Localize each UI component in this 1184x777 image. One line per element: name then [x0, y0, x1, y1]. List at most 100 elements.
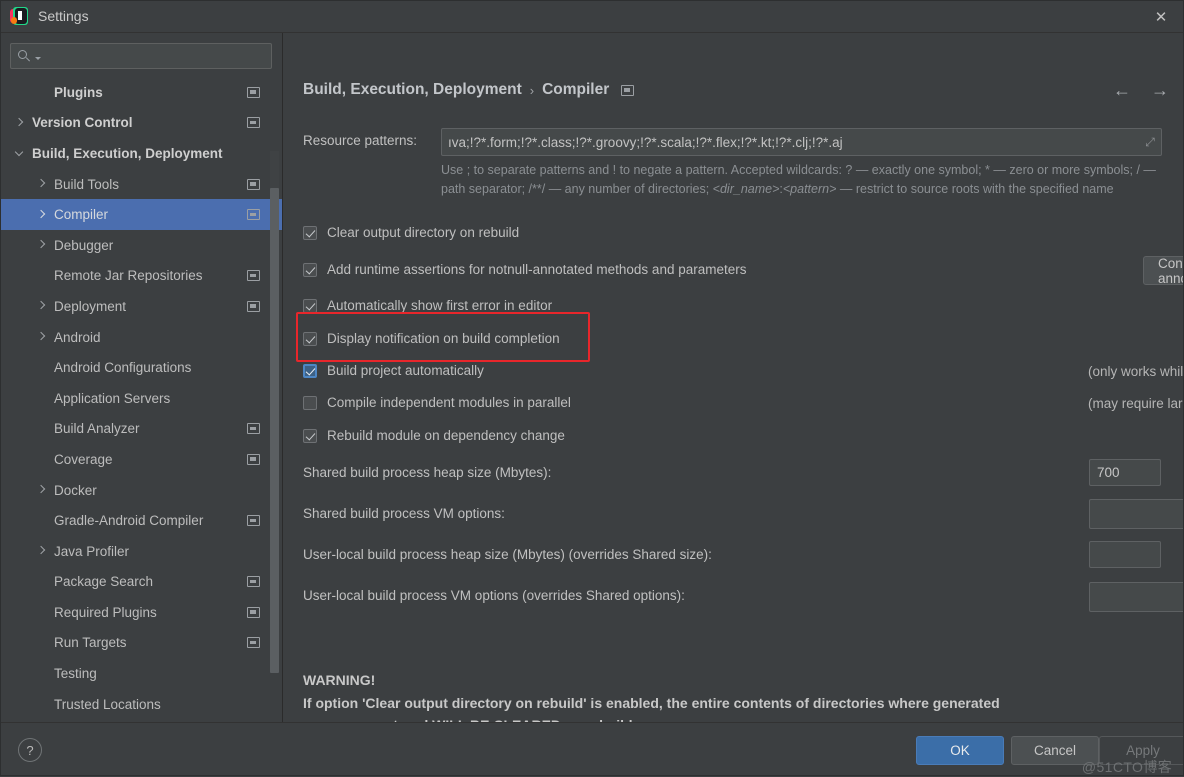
- sidebar-item-label: Gradle-Android Compiler: [54, 513, 204, 529]
- checkbox-indicator[interactable]: [303, 262, 317, 277]
- chevron-right-icon[interactable]: [36, 240, 47, 251]
- project-scope-icon[interactable]: [247, 515, 260, 527]
- sidebar-item-plugins[interactable]: Plugins: [0, 77, 282, 108]
- checkbox-label: Build project automatically: [327, 363, 484, 378]
- checkbox-note-compile-independent-modules-in-parallel: (may require larger heap size): [1088, 396, 1184, 411]
- checkbox-label: Rebuild module on dependency change: [327, 428, 565, 443]
- checkbox-indicator[interactable]: [303, 298, 317, 313]
- sidebar-item-trusted-locations[interactable]: Trusted Locations: [0, 689, 282, 720]
- resource-patterns-row: Resource patterns: ıva;!?*.form;!?*.clas…: [303, 128, 1162, 156]
- chevron-right-icon[interactable]: [36, 331, 47, 343]
- dialog-footer: ? OK Cancel Apply @51CTO博客: [0, 722, 1184, 776]
- checkbox-compile-independent-modules-in-parallel[interactable]: Compile independent modules in parallel: [303, 395, 571, 410]
- sidebar-item-remote-jar-repositories[interactable]: Remote Jar Repositories: [0, 261, 282, 292]
- sidebar-item-build-tools[interactable]: Build Tools: [0, 169, 282, 200]
- checkbox-indicator[interactable]: [303, 331, 317, 346]
- checkbox-rebuild-module-on-dependency-change[interactable]: Rebuild module on dependency change: [303, 428, 565, 443]
- sidebar-item-build-analyzer[interactable]: Build Analyzer: [0, 414, 282, 445]
- sidebar-item-version-control[interactable]: Version Control: [0, 108, 282, 139]
- chevron-right-icon[interactable]: [36, 178, 47, 190]
- sidebar-item-debugger[interactable]: Debugger: [0, 230, 282, 261]
- chevron-down-icon[interactable]: [14, 147, 25, 159]
- sidebar-item-required-plugins[interactable]: Required Plugins: [0, 597, 282, 628]
- project-scope-icon[interactable]: [247, 178, 260, 190]
- project-scope-icon[interactable]: [247, 270, 260, 282]
- sidebar-item-application-servers[interactable]: Application Servers: [0, 383, 282, 414]
- field-input-shared-build-process-heap-size-mbytes[interactable]: 700: [1089, 459, 1161, 486]
- project-scope-icon[interactable]: [247, 117, 260, 129]
- breadcrumb: Build, Execution, Deployment › Compiler: [303, 81, 635, 99]
- checkbox-indicator[interactable]: [303, 363, 317, 378]
- sidebar-item-label: Java Profiler: [54, 543, 130, 559]
- checkbox-add-runtime-assertions-for-notnull-annotated-methods-and-parameters[interactable]: Add runtime assertions for notnull-annot…: [303, 262, 747, 277]
- checkbox-clear-output-directory-on-rebuild[interactable]: Clear output directory on rebuild: [303, 225, 519, 240]
- project-scope-icon[interactable]: [247, 637, 260, 649]
- sidebar-item-coverage[interactable]: Coverage: [0, 444, 282, 475]
- sidebar-item-label: Build Tools: [54, 176, 120, 192]
- sidebar-item-label: Build, Execution, Deployment: [32, 145, 223, 161]
- project-scope-icon[interactable]: [247, 209, 260, 221]
- resource-patterns-hint: Use ; to separate patterns and ! to nega…: [441, 163, 1156, 196]
- project-scope-icon[interactable]: [247, 300, 260, 312]
- field-input-user-local-build-process-vm-options-overrides-shared-options[interactable]: ⤢: [1089, 582, 1184, 612]
- sidebar-item-label: Run Targets: [54, 635, 127, 651]
- resource-patterns-input[interactable]: ıva;!?*.form;!?*.class;!?*.groovy;!?*.sc…: [441, 128, 1162, 156]
- ok-button[interactable]: OK: [916, 736, 1004, 765]
- sidebar-item-android[interactable]: Android: [0, 322, 282, 353]
- sidebar-item-label: Required Plugins: [54, 604, 157, 620]
- field-value: 700: [1097, 465, 1120, 480]
- chevron-right-icon[interactable]: [36, 301, 47, 312]
- warning-text: WARNING! If option 'Clear output directo…: [303, 669, 1160, 722]
- sidebar-item-package-search[interactable]: Package Search: [0, 567, 282, 598]
- sidebar-item-docker[interactable]: Docker: [0, 475, 282, 506]
- configure-annotations-button[interactable]: Configure annotations...: [1143, 256, 1184, 286]
- back-arrow-icon[interactable]: ←: [1110, 79, 1134, 101]
- field-label-user-local-build-process-heap-size-mbytes-overrides-shared-size: User-local build process heap size (Mbyt…: [303, 547, 712, 562]
- help-button[interactable]: ?: [18, 738, 42, 762]
- chevron-right-icon[interactable]: [36, 484, 47, 496]
- project-scope-icon[interactable]: [621, 84, 635, 96]
- project-scope-icon[interactable]: [247, 86, 260, 98]
- sidebar-item-android-configurations[interactable]: Android Configurations: [0, 352, 282, 383]
- sidebar-item-compiler[interactable]: Compiler: [0, 199, 282, 230]
- settings-content-pane: Build, Execution, Deployment › Compiler …: [283, 33, 1184, 722]
- checkbox-build-project-automatically[interactable]: Build project automatically: [303, 363, 484, 378]
- checkbox-automatically-show-first-error-in-editor[interactable]: Automatically show first error in editor: [303, 298, 552, 313]
- sidebar-item-testing[interactable]: Testing: [0, 658, 282, 689]
- chevron-right-icon[interactable]: [14, 117, 25, 128]
- sidebar-item-label: Version Control: [32, 115, 133, 131]
- search-input[interactable]: [10, 43, 272, 69]
- project-scope-icon[interactable]: [247, 423, 260, 435]
- checkbox-indicator[interactable]: [303, 428, 317, 443]
- sidebar-item-gradle-android-compiler[interactable]: Gradle-Android Compiler: [0, 505, 282, 536]
- sidebar-item-run-targets[interactable]: Run Targets: [0, 628, 282, 659]
- chevron-right-icon[interactable]: [36, 209, 47, 220]
- sidebar-item-label: Package Search: [54, 574, 154, 590]
- sidebar-item-label: Docker: [54, 482, 97, 498]
- field-label-shared-build-process-heap-size-mbytes: Shared build process heap size (Mbytes):: [303, 465, 552, 480]
- window-titlebar: Settings ✕: [0, 0, 1184, 33]
- project-scope-icon[interactable]: [247, 453, 260, 465]
- expand-icon[interactable]: ⤢: [1143, 135, 1157, 149]
- close-icon[interactable]: ✕: [1138, 0, 1184, 33]
- dialog-body: Plugins Version Control Build, Execution, …: [0, 33, 1184, 722]
- checkbox-indicator[interactable]: [303, 395, 317, 410]
- sidebar-item-build-execution-deployment[interactable]: Build, Execution, Deployment: [0, 138, 282, 169]
- sidebar-scrollbar-thumb[interactable]: [270, 188, 279, 673]
- warning-line-1: If option 'Clear output directory on reb…: [303, 694, 1000, 711]
- breadcrumb-parent[interactable]: Build, Execution, Deployment: [303, 81, 522, 99]
- field-input-user-local-build-process-heap-size-mbytes-overrides-shared-size[interactable]: [1089, 541, 1161, 568]
- checkbox-indicator[interactable]: [303, 225, 317, 240]
- breadcrumb-current: Compiler: [542, 81, 610, 98]
- field-input-shared-build-process-vm-options[interactable]: ⤢: [1089, 499, 1184, 529]
- sidebar-item-java-profiler[interactable]: Java Profiler: [0, 536, 282, 567]
- project-scope-icon[interactable]: [247, 606, 260, 618]
- sidebar-item-label: Plugins: [54, 84, 103, 100]
- project-scope-icon[interactable]: [247, 576, 260, 588]
- forward-arrow-icon[interactable]: →: [1148, 79, 1172, 101]
- watermark: @51CTO博客: [1081, 759, 1173, 775]
- checkbox-display-notification-on-build-completion[interactable]: Display notification on build completion: [303, 331, 560, 346]
- sidebar-item-deployment[interactable]: Deployment: [0, 291, 282, 322]
- settings-sidebar: Plugins Version Control Build, Execution, …: [0, 33, 283, 722]
- chevron-right-icon[interactable]: [36, 545, 47, 557]
